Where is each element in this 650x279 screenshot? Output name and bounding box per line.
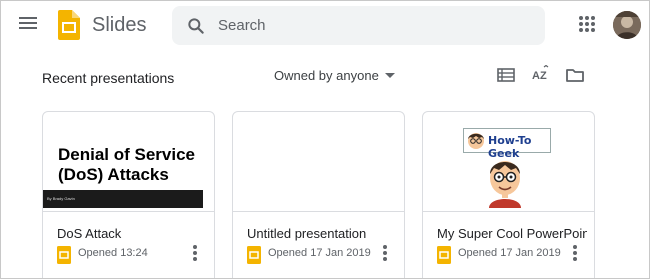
owner-filter-label: Owned by anyone: [274, 68, 379, 83]
apps-grid-icon[interactable]: [579, 16, 595, 32]
owner-filter-dropdown[interactable]: Owned by anyone: [274, 68, 395, 83]
account-avatar[interactable]: [613, 11, 641, 39]
sort-az-text: AZ: [532, 70, 547, 82]
slides-file-icon: [247, 246, 261, 264]
search-input[interactable]: Search: [172, 6, 545, 45]
app-name[interactable]: Slides: [92, 14, 146, 37]
slides-file-icon: [437, 246, 451, 264]
card-title[interactable]: DoS Attack: [57, 226, 207, 241]
thumbnail-footer-bar: By Brady Gavin: [43, 190, 203, 208]
presentation-card[interactable]: Denial of Service (DoS) Attacks By Brady…: [42, 111, 215, 278]
card-last-opened: Opened 17 Jan 2019: [268, 247, 371, 259]
card-info: My Super Cool PowerPoin Opened 17 Jan 20…: [423, 211, 594, 278]
dropdown-caret-icon: [384, 73, 395, 78]
search-icon[interactable]: [186, 16, 206, 36]
geek-mascot-image: [489, 161, 521, 208]
presentation-card[interactable]: How-To Geek My Super Cool PowerPoin Open…: [422, 111, 595, 278]
more-vert-icon[interactable]: [571, 244, 579, 262]
slides-file-icon: [57, 246, 71, 264]
geek-head-icon: [468, 133, 484, 149]
thumbnail-subtitle: By Brady Gavin: [47, 196, 75, 201]
more-vert-icon[interactable]: [381, 244, 389, 262]
presentation-card[interactable]: Untitled presentation Opened 17 Jan 2019: [232, 111, 405, 278]
list-view-icon[interactable]: [496, 65, 516, 85]
top-bar: Slides Search: [1, 1, 649, 51]
thumbnail-title: Denial of Service (DoS) Attacks: [58, 145, 196, 184]
sort-az-icon[interactable]: AZ: [531, 65, 551, 85]
card-info: Untitled presentation Opened 17 Jan 2019: [233, 211, 404, 278]
app-window: Slides Search Recent presentations Owned…: [0, 0, 650, 279]
presentation-thumbnail[interactable]: Denial of Service (DoS) Attacks By Brady…: [43, 112, 214, 211]
presentation-thumbnail[interactable]: [233, 112, 404, 211]
card-title[interactable]: My Super Cool PowerPoin: [437, 226, 587, 241]
search-placeholder: Search: [218, 17, 266, 34]
presentation-thumbnail[interactable]: How-To Geek: [423, 112, 594, 211]
card-last-opened: Opened 17 Jan 2019: [458, 247, 561, 259]
card-info: DoS Attack Opened 13:24: [43, 211, 214, 278]
card-last-opened: Opened 13:24: [78, 247, 148, 259]
section-title: Recent presentations: [42, 70, 175, 86]
how-to-geek-logo: How-To Geek: [463, 128, 551, 160]
main-menu-icon[interactable]: [18, 15, 38, 35]
slides-logo[interactable]: [58, 10, 80, 40]
card-title[interactable]: Untitled presentation: [247, 226, 397, 241]
folder-icon[interactable]: [565, 65, 585, 85]
more-vert-icon[interactable]: [191, 244, 199, 262]
